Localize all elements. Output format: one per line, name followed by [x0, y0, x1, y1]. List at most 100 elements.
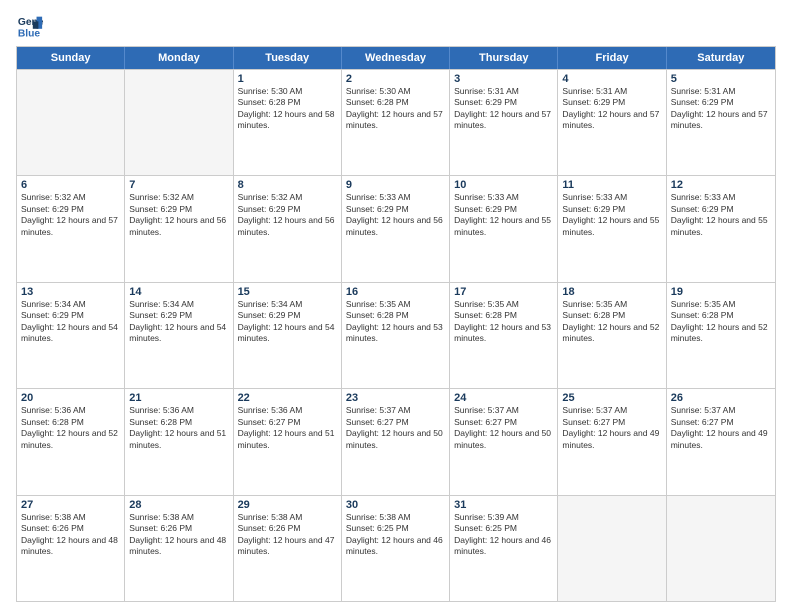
cell-info: Sunrise: 5:36 AMSunset: 6:28 PMDaylight:…	[21, 405, 120, 451]
day-number: 12	[671, 179, 771, 191]
day-number: 24	[454, 392, 553, 404]
day-number: 10	[454, 179, 553, 191]
calendar-cell: 1Sunrise: 5:30 AMSunset: 6:28 PMDaylight…	[234, 70, 342, 175]
day-number: 20	[21, 392, 120, 404]
calendar-cell: 23Sunrise: 5:37 AMSunset: 6:27 PMDayligh…	[342, 389, 450, 494]
cell-info: Sunrise: 5:33 AMSunset: 6:29 PMDaylight:…	[346, 192, 445, 238]
cell-info: Sunrise: 5:30 AMSunset: 6:28 PMDaylight:…	[346, 86, 445, 132]
cell-info: Sunrise: 5:37 AMSunset: 6:27 PMDaylight:…	[562, 405, 661, 451]
header: General Blue	[16, 12, 776, 40]
day-number: 11	[562, 179, 661, 191]
calendar-row-4: 27Sunrise: 5:38 AMSunset: 6:26 PMDayligh…	[17, 495, 775, 601]
calendar-cell	[558, 496, 666, 601]
calendar-cell: 5Sunrise: 5:31 AMSunset: 6:29 PMDaylight…	[667, 70, 775, 175]
calendar-cell: 6Sunrise: 5:32 AMSunset: 6:29 PMDaylight…	[17, 176, 125, 281]
cell-info: Sunrise: 5:34 AMSunset: 6:29 PMDaylight:…	[21, 299, 120, 345]
cell-info: Sunrise: 5:39 AMSunset: 6:25 PMDaylight:…	[454, 512, 553, 558]
day-number: 6	[21, 179, 120, 191]
calendar-cell: 9Sunrise: 5:33 AMSunset: 6:29 PMDaylight…	[342, 176, 450, 281]
cell-info: Sunrise: 5:31 AMSunset: 6:29 PMDaylight:…	[562, 86, 661, 132]
calendar-cell: 4Sunrise: 5:31 AMSunset: 6:29 PMDaylight…	[558, 70, 666, 175]
day-number: 14	[129, 286, 228, 298]
calendar-cell: 28Sunrise: 5:38 AMSunset: 6:26 PMDayligh…	[125, 496, 233, 601]
calendar-cell: 22Sunrise: 5:36 AMSunset: 6:27 PMDayligh…	[234, 389, 342, 494]
calendar: SundayMondayTuesdayWednesdayThursdayFrid…	[16, 46, 776, 602]
cell-info: Sunrise: 5:33 AMSunset: 6:29 PMDaylight:…	[454, 192, 553, 238]
cell-info: Sunrise: 5:31 AMSunset: 6:29 PMDaylight:…	[454, 86, 553, 132]
calendar-cell: 3Sunrise: 5:31 AMSunset: 6:29 PMDaylight…	[450, 70, 558, 175]
day-number: 7	[129, 179, 228, 191]
cell-info: Sunrise: 5:37 AMSunset: 6:27 PMDaylight:…	[454, 405, 553, 451]
day-number: 28	[129, 499, 228, 511]
calendar-cell: 2Sunrise: 5:30 AMSunset: 6:28 PMDaylight…	[342, 70, 450, 175]
cell-info: Sunrise: 5:32 AMSunset: 6:29 PMDaylight:…	[129, 192, 228, 238]
day-number: 9	[346, 179, 445, 191]
cell-info: Sunrise: 5:35 AMSunset: 6:28 PMDaylight:…	[454, 299, 553, 345]
calendar-row-3: 20Sunrise: 5:36 AMSunset: 6:28 PMDayligh…	[17, 388, 775, 494]
calendar-cell: 24Sunrise: 5:37 AMSunset: 6:27 PMDayligh…	[450, 389, 558, 494]
cell-info: Sunrise: 5:36 AMSunset: 6:28 PMDaylight:…	[129, 405, 228, 451]
calendar-cell: 31Sunrise: 5:39 AMSunset: 6:25 PMDayligh…	[450, 496, 558, 601]
calendar-cell: 30Sunrise: 5:38 AMSunset: 6:25 PMDayligh…	[342, 496, 450, 601]
header-day-sunday: Sunday	[17, 47, 125, 69]
logo: General Blue	[16, 12, 48, 40]
day-number: 15	[238, 286, 337, 298]
cell-info: Sunrise: 5:35 AMSunset: 6:28 PMDaylight:…	[671, 299, 771, 345]
cell-info: Sunrise: 5:35 AMSunset: 6:28 PMDaylight:…	[346, 299, 445, 345]
cell-info: Sunrise: 5:32 AMSunset: 6:29 PMDaylight:…	[238, 192, 337, 238]
calendar-cell: 29Sunrise: 5:38 AMSunset: 6:26 PMDayligh…	[234, 496, 342, 601]
cell-info: Sunrise: 5:38 AMSunset: 6:25 PMDaylight:…	[346, 512, 445, 558]
cell-info: Sunrise: 5:35 AMSunset: 6:28 PMDaylight:…	[562, 299, 661, 345]
day-number: 2	[346, 73, 445, 85]
cell-info: Sunrise: 5:36 AMSunset: 6:27 PMDaylight:…	[238, 405, 337, 451]
header-day-friday: Friday	[558, 47, 666, 69]
day-number: 23	[346, 392, 445, 404]
calendar-cell: 20Sunrise: 5:36 AMSunset: 6:28 PMDayligh…	[17, 389, 125, 494]
day-number: 21	[129, 392, 228, 404]
calendar-row-0: 1Sunrise: 5:30 AMSunset: 6:28 PMDaylight…	[17, 69, 775, 175]
day-number: 30	[346, 499, 445, 511]
cell-info: Sunrise: 5:30 AMSunset: 6:28 PMDaylight:…	[238, 86, 337, 132]
cell-info: Sunrise: 5:38 AMSunset: 6:26 PMDaylight:…	[129, 512, 228, 558]
day-number: 13	[21, 286, 120, 298]
calendar-cell: 17Sunrise: 5:35 AMSunset: 6:28 PMDayligh…	[450, 283, 558, 388]
calendar-cell: 11Sunrise: 5:33 AMSunset: 6:29 PMDayligh…	[558, 176, 666, 281]
calendar-cell: 13Sunrise: 5:34 AMSunset: 6:29 PMDayligh…	[17, 283, 125, 388]
cell-info: Sunrise: 5:38 AMSunset: 6:26 PMDaylight:…	[21, 512, 120, 558]
header-day-saturday: Saturday	[667, 47, 775, 69]
calendar-cell: 18Sunrise: 5:35 AMSunset: 6:28 PMDayligh…	[558, 283, 666, 388]
cell-info: Sunrise: 5:32 AMSunset: 6:29 PMDaylight:…	[21, 192, 120, 238]
cell-info: Sunrise: 5:37 AMSunset: 6:27 PMDaylight:…	[346, 405, 445, 451]
header-day-thursday: Thursday	[450, 47, 558, 69]
calendar-header: SundayMondayTuesdayWednesdayThursdayFrid…	[17, 47, 775, 69]
logo-icon: General Blue	[16, 12, 44, 40]
cell-info: Sunrise: 5:34 AMSunset: 6:29 PMDaylight:…	[129, 299, 228, 345]
calendar-cell: 25Sunrise: 5:37 AMSunset: 6:27 PMDayligh…	[558, 389, 666, 494]
cell-info: Sunrise: 5:31 AMSunset: 6:29 PMDaylight:…	[671, 86, 771, 132]
calendar-cell: 19Sunrise: 5:35 AMSunset: 6:28 PMDayligh…	[667, 283, 775, 388]
day-number: 29	[238, 499, 337, 511]
cell-info: Sunrise: 5:37 AMSunset: 6:27 PMDaylight:…	[671, 405, 771, 451]
day-number: 19	[671, 286, 771, 298]
day-number: 4	[562, 73, 661, 85]
day-number: 31	[454, 499, 553, 511]
page: General Blue SundayMondayTuesdayWednesda…	[0, 0, 792, 612]
calendar-row-2: 13Sunrise: 5:34 AMSunset: 6:29 PMDayligh…	[17, 282, 775, 388]
day-number: 8	[238, 179, 337, 191]
day-number: 27	[21, 499, 120, 511]
calendar-cell	[17, 70, 125, 175]
day-number: 22	[238, 392, 337, 404]
cell-info: Sunrise: 5:38 AMSunset: 6:26 PMDaylight:…	[238, 512, 337, 558]
calendar-cell: 14Sunrise: 5:34 AMSunset: 6:29 PMDayligh…	[125, 283, 233, 388]
calendar-cell: 12Sunrise: 5:33 AMSunset: 6:29 PMDayligh…	[667, 176, 775, 281]
day-number: 3	[454, 73, 553, 85]
cell-info: Sunrise: 5:33 AMSunset: 6:29 PMDaylight:…	[671, 192, 771, 238]
calendar-cell: 8Sunrise: 5:32 AMSunset: 6:29 PMDaylight…	[234, 176, 342, 281]
day-number: 25	[562, 392, 661, 404]
cell-info: Sunrise: 5:34 AMSunset: 6:29 PMDaylight:…	[238, 299, 337, 345]
header-day-monday: Monday	[125, 47, 233, 69]
calendar-cell: 10Sunrise: 5:33 AMSunset: 6:29 PMDayligh…	[450, 176, 558, 281]
day-number: 18	[562, 286, 661, 298]
calendar-cell	[667, 496, 775, 601]
calendar-cell: 15Sunrise: 5:34 AMSunset: 6:29 PMDayligh…	[234, 283, 342, 388]
